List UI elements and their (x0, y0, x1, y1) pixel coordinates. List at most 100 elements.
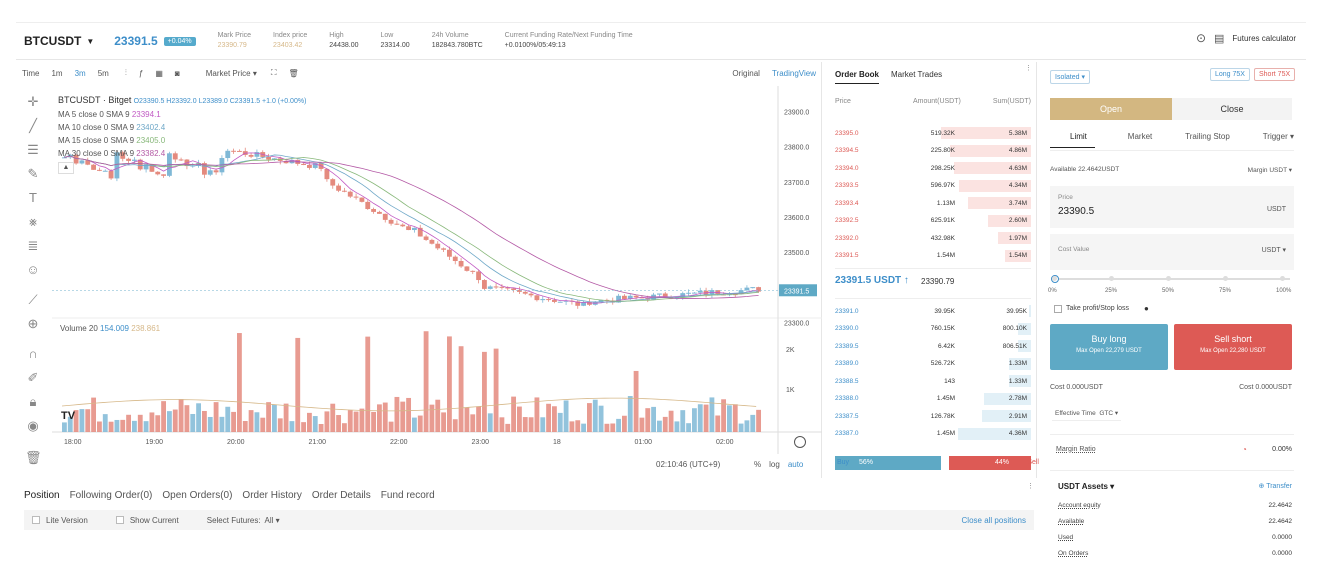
brush-icon[interactable]: ✎ (25, 166, 41, 182)
orderbook-row[interactable]: 23391.0 39.95K 39.95K (835, 304, 1031, 318)
amount-slider[interactable] (1054, 278, 1290, 280)
collapse-legend-icon[interactable]: ▲ (58, 162, 74, 174)
tab-market-trades[interactable]: Market Trades (891, 70, 942, 84)
cost-ccy-select[interactable]: USDT ▾ (1262, 246, 1286, 254)
delete-drawings-icon[interactable]: 🗑 (25, 450, 42, 466)
price-input[interactable]: Price 23390.5 USDT (1050, 186, 1294, 228)
buy-long-button[interactable]: Buy long Max Open 22,279 USDT (1050, 324, 1168, 370)
orderbook-row[interactable]: 23393.5 596.97K 4.34M (835, 179, 1031, 193)
tab-following-order-[interactable]: Following Order(0) (70, 490, 153, 501)
orderbook-row[interactable]: 23393.4 1.13M 3.74M (835, 196, 1031, 210)
indicator-icon[interactable]: ƒ (139, 69, 143, 78)
candle-type-icon[interactable]: ⫶ (125, 68, 127, 78)
close-all-link[interactable]: Close all positions (962, 516, 1026, 525)
cost-value-input[interactable]: Cost Value USDT ▾ (1050, 234, 1294, 270)
long-leverage-button[interactable]: Long 75X (1210, 68, 1250, 81)
show-current-checkbox[interactable] (115, 516, 124, 524)
tab-fund-record[interactable]: Fund record (381, 490, 435, 501)
screenshot-icon[interactable]: ◙ (175, 69, 180, 78)
scale-percent[interactable]: % (754, 460, 761, 469)
orderbook-row[interactable]: 23387.0 1.45M 4.36M (835, 427, 1031, 441)
fullscreen-icon[interactable]: ⛶ (271, 68, 277, 78)
horizontal-lines-icon[interactable]: ☰ (25, 142, 41, 158)
select-futures-dropdown[interactable]: All ▾ (265, 516, 280, 525)
price-ccy: USDT (1266, 206, 1286, 213)
tab-trailing-stop[interactable]: Trailing Stop (1185, 132, 1230, 148)
orderbook-row[interactable]: 23395.0 519.32K 5.38M (835, 126, 1031, 140)
futures-calculator-link[interactable]: Futures calculator (1232, 34, 1296, 43)
interval-1m[interactable]: 1m (51, 69, 62, 78)
orderbook-row[interactable]: 23389.5 6.42K 806.51K (835, 339, 1031, 353)
info-icon[interactable]: ● (1144, 304, 1149, 313)
bottom-menu-icon[interactable]: ⋮ (1027, 482, 1034, 490)
slider-dot[interactable] (1166, 276, 1171, 281)
lock-icon[interactable]: 🔒︎ (25, 394, 41, 410)
tab-open-orders-[interactable]: Open Orders(0) (162, 490, 232, 501)
ruler-icon[interactable]: ⟋ (25, 292, 41, 308)
orderbook-row[interactable]: 23387.5 126.78K 2.91M (835, 409, 1031, 423)
orderbook-row[interactable]: 23390.0 760.15K 800.10K (835, 322, 1031, 336)
orderbook-row[interactable]: 23388.5 143 1.33M (835, 374, 1031, 388)
eye-icon[interactable]: ◉ (25, 418, 41, 434)
margin-currency-select[interactable]: Margin USDT ▾ (1248, 166, 1292, 174)
tpsl-checkbox[interactable] (1054, 305, 1062, 313)
orderbook-row[interactable]: 23394.5 225.80K 4.86M (835, 144, 1031, 158)
orderbook-row[interactable]: 23389.0 526.72K 1.33M (835, 357, 1031, 371)
slider-dot[interactable] (1280, 276, 1285, 281)
tab-order-details[interactable]: Order Details (312, 490, 371, 501)
tab-order-book[interactable]: Order Book (835, 70, 880, 84)
location-pin-icon[interactable]: ⊙ (1196, 31, 1206, 45)
volume-bar (487, 413, 493, 432)
orderbook-row[interactable]: 23394.0 298.25K 4.63M (835, 161, 1031, 175)
assets-select[interactable]: USDT Assets ▾ (1058, 482, 1114, 491)
slider-dot[interactable] (1109, 276, 1114, 281)
slider-dot[interactable] (1052, 276, 1057, 281)
y-tick-label: 23800.0 (784, 145, 809, 152)
time-label[interactable]: Time (22, 69, 39, 78)
tab-market[interactable]: Market (1128, 132, 1152, 148)
template-icon[interactable]: ▦ (155, 69, 163, 78)
lite-checkbox[interactable] (32, 516, 40, 524)
crosshair-icon[interactable]: ✛ (25, 94, 41, 110)
text-icon[interactable]: T (25, 190, 41, 206)
effective-time-select[interactable]: Effective Time GTC ▾ (1052, 406, 1122, 421)
scale-log[interactable]: log (769, 460, 780, 469)
orderbook-row[interactable]: 23391.5 1.54M 1.54M (835, 249, 1031, 263)
lock-drawing-icon[interactable]: ✐ (25, 370, 41, 386)
view-tradingview[interactable]: TradingView (772, 69, 816, 78)
panel-menu-icon[interactable]: ⋮ (1025, 64, 1032, 72)
orderbook-row[interactable]: 23392.5 625.91K 2.60M (835, 214, 1031, 228)
slider-dot[interactable] (1223, 276, 1228, 281)
view-original[interactable]: Original (732, 69, 760, 78)
tab-position[interactable]: Position (24, 490, 60, 501)
orderbook-row[interactable]: 23392.0 432.98K 1.97M (835, 231, 1031, 245)
tab-trigger[interactable]: Trigger ▾ (1263, 132, 1294, 148)
sell-short-button[interactable]: Sell short Max Open 22,280 USDT (1174, 324, 1292, 370)
buy-pct: 56% (859, 459, 874, 466)
candle-body (493, 286, 499, 288)
tab-limit[interactable]: Limit (1050, 132, 1095, 148)
volume-bar (505, 423, 511, 432)
transfer-link[interactable]: ⊕ Transfer (1259, 482, 1293, 490)
scale-auto[interactable]: auto (788, 460, 804, 469)
chart-settings-icon[interactable] (794, 436, 806, 448)
magnet-icon[interactable]: ∩ (25, 346, 41, 362)
fib-icon[interactable]: ≣ (25, 238, 41, 254)
interval-5m[interactable]: 5m (98, 69, 109, 78)
trash-icon[interactable]: 🗑 (288, 69, 298, 78)
calculator-icon[interactable]: ▤ (1214, 32, 1224, 45)
pattern-icon[interactable]: ⨳ (25, 214, 41, 230)
margin-mode-select[interactable]: Isolated ▾ (1050, 70, 1090, 84)
price-type-select[interactable]: Market Price ▾ (194, 69, 257, 78)
open-tab-button[interactable]: Open (1050, 98, 1172, 120)
trendline-icon[interactable]: ╱ (25, 118, 41, 134)
tab-order-history[interactable]: Order History (242, 490, 301, 501)
interval-3m[interactable]: 3m (75, 69, 86, 78)
short-leverage-button[interactable]: Short 75X (1254, 68, 1296, 81)
close-tab-button[interactable]: Close (1172, 98, 1292, 120)
symbol-selector[interactable]: BTCUSDT ▼ (24, 34, 94, 48)
orderbook-row[interactable]: 23388.0 1.45M 2.78M (835, 392, 1031, 406)
emoji-icon[interactable]: ☺ (25, 262, 41, 278)
order-amount: 596.97K (930, 182, 955, 189)
zoom-icon[interactable]: ⊕ (25, 316, 41, 332)
